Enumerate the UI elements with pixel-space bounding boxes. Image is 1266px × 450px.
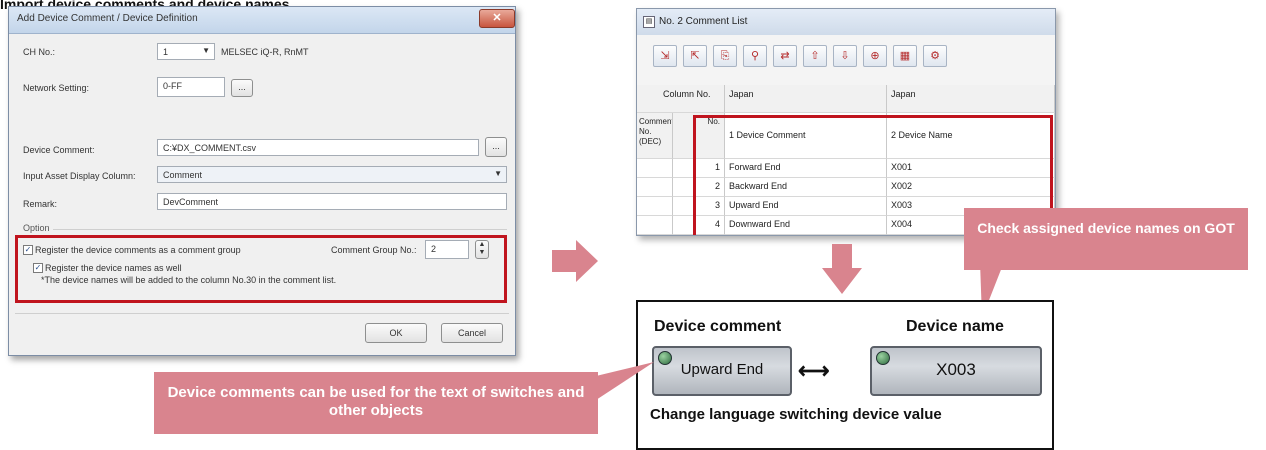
chevron-down-icon: ▼ — [202, 46, 210, 55]
callout-check-names: Check assigned device names on GOT — [964, 208, 1248, 270]
window-icon: ▤ — [643, 16, 655, 28]
settings-icon[interactable]: ⚙ — [923, 45, 947, 67]
footer-divider — [15, 313, 509, 314]
got-screen-panel: Device comment Device name Upward End ⟷ … — [636, 300, 1054, 450]
device-name-heading: Device name — [906, 318, 1004, 335]
comment-dec-header: Comment No. (DEC) — [637, 113, 673, 159]
flow-arrow-right — [552, 240, 600, 287]
input-asset-select[interactable]: Comment ▼ — [157, 166, 507, 183]
zoom-icon[interactable]: ⊕ — [863, 45, 887, 67]
col2-lang: Japan — [887, 85, 1055, 113]
dialog-title: Add Device Comment / Device Definition — [17, 13, 198, 24]
ch-label: CH No.: — [23, 47, 56, 57]
col1-lang: Japan — [725, 85, 887, 113]
input-asset-value: Comment — [163, 170, 203, 180]
flow-arrow-down — [822, 244, 862, 299]
find-icon[interactable]: ⚲ — [743, 45, 767, 67]
up-icon[interactable]: ⇧ — [803, 45, 827, 67]
option-group-label: Option — [23, 223, 50, 233]
comment-list-window: ▤ No. 2 Comment List ⇲ ⇱ ⎘ ⚲ ⇄ ⇧ ⇩ ⊕ ▦ ⚙ Column N… — [636, 8, 1056, 236]
comment-list-titlebar: ▤ No. 2 Comment List — [637, 9, 1055, 35]
close-button[interactable]: ✕ — [479, 9, 515, 28]
option-divider — [53, 229, 507, 230]
add-device-comment-dialog: Add Device Comment / Device Definition ✕… — [8, 6, 516, 356]
ch-info: MELSEC iQ-R, RnMT — [221, 47, 309, 57]
input-asset-label: Input Asset Display Column: — [23, 171, 136, 181]
network-field[interactable]: 0-FF — [157, 77, 225, 97]
column-no-header: Column No. — [637, 85, 725, 113]
network-label: Network Setting: — [23, 83, 90, 93]
cancel-button[interactable]: Cancel — [441, 323, 503, 343]
comment-list-title: No. 2 Comment List — [659, 16, 748, 27]
device-comment-heading: Device comment — [654, 318, 782, 335]
switch-led-icon — [658, 351, 672, 365]
chevron-down-icon: ▼ — [494, 169, 502, 178]
callout-comment-usage: Device comments can be used for the text… — [154, 372, 598, 434]
row-spacer — [637, 216, 673, 235]
switch-name-text: X003 — [936, 360, 976, 379]
import-icon[interactable]: ⇲ — [653, 45, 677, 67]
export-icon[interactable]: ⇱ — [683, 45, 707, 67]
language-switch-caption: Change language switching device value — [650, 406, 942, 423]
row-spacer — [637, 159, 673, 178]
x003-switch[interactable]: X003 — [870, 346, 1042, 396]
ch-value: 1 — [163, 47, 169, 57]
remark-label: Remark: — [23, 199, 58, 209]
swap-arrow-icon: ⟷ — [798, 358, 830, 383]
down-icon[interactable]: ⇩ — [833, 45, 857, 67]
ok-button[interactable]: OK — [365, 323, 427, 343]
ch-select[interactable]: 1 ▼ — [157, 43, 215, 60]
row-spacer — [637, 178, 673, 197]
option-highlight-box — [15, 235, 507, 303]
row-spacer — [637, 197, 673, 216]
copy-icon[interactable]: ⎘ — [713, 45, 737, 67]
remark-field[interactable]: DevComment — [157, 193, 507, 210]
network-browse-button[interactable]: ... — [231, 79, 253, 97]
device-comment-field[interactable]: C:¥DX_COMMENT.csv — [157, 139, 479, 156]
dialog-titlebar: Add Device Comment / Device Definition ✕ — [9, 7, 515, 34]
callout-comments-pointer — [596, 362, 656, 407]
device-comment-label: Device Comment: — [23, 145, 95, 155]
switch-led-icon — [876, 351, 890, 365]
table-icon[interactable]: ▦ — [893, 45, 917, 67]
toolbar: ⇲ ⇱ ⎘ ⚲ ⇄ ⇧ ⇩ ⊕ ▦ ⚙ — [653, 45, 1053, 73]
upward-end-switch[interactable]: Upward End — [652, 346, 792, 396]
device-comment-browse-button[interactable]: ... — [485, 137, 507, 157]
switch-comment-text: Upward End — [680, 361, 764, 378]
replace-icon[interactable]: ⇄ — [773, 45, 797, 67]
